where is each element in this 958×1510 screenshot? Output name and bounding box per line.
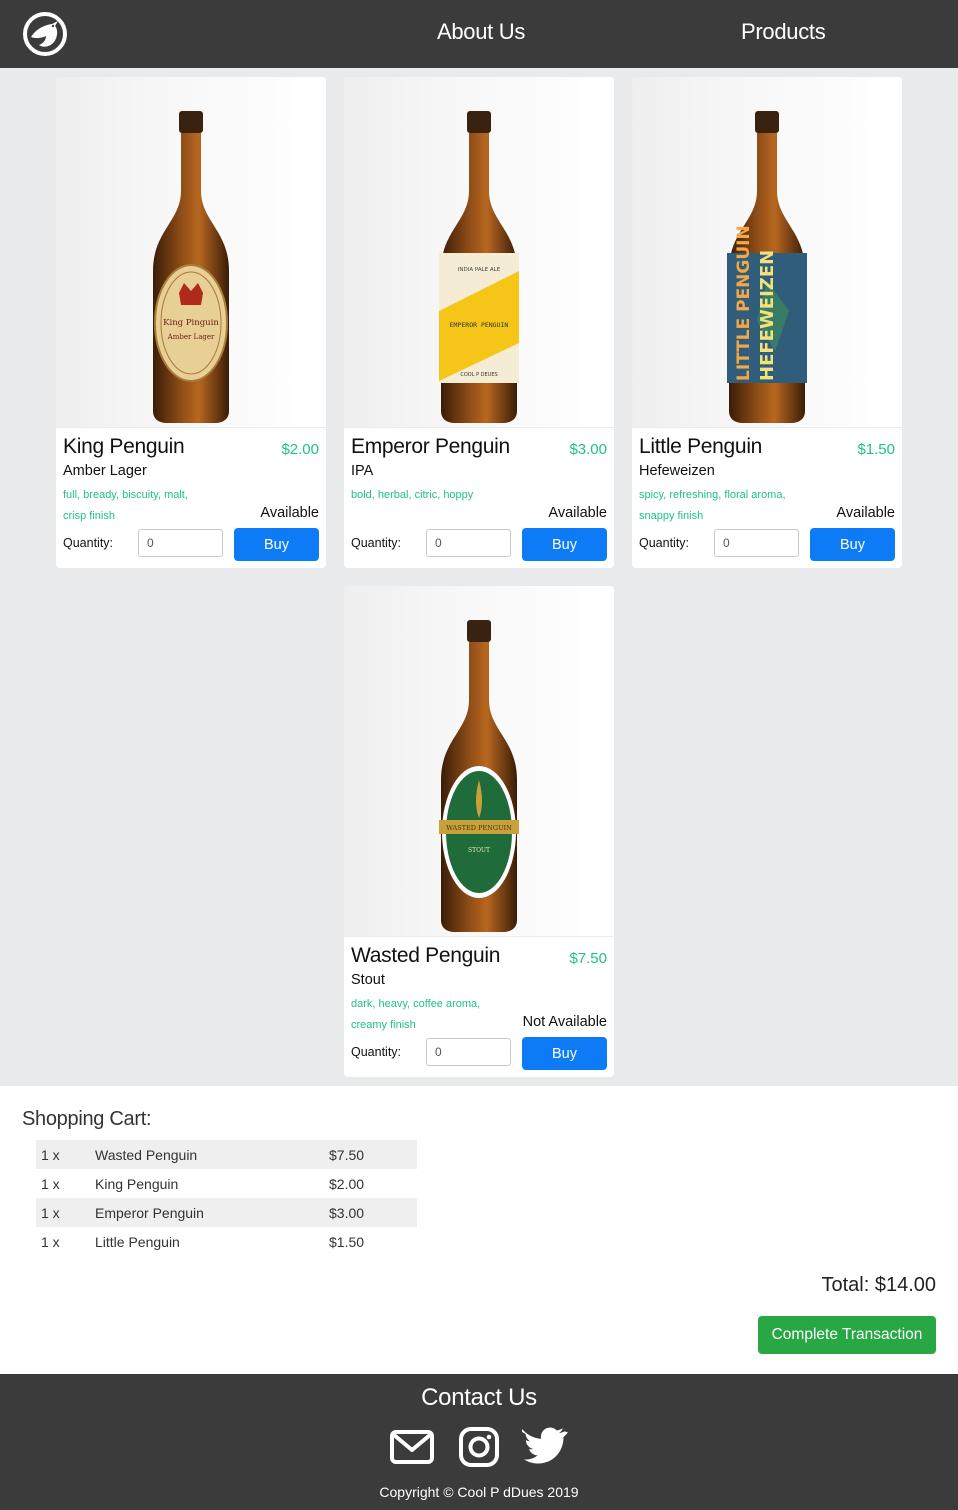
cart-item-name: Emperor Penguin xyxy=(95,1198,329,1227)
buy-button[interactable]: Buy xyxy=(234,528,319,561)
product-availability: Available xyxy=(548,505,607,521)
cart-item-name: King Penguin xyxy=(95,1175,179,1192)
product-description: full, bready, biscuity, malt, crisp fini… xyxy=(63,489,188,522)
cart-item-qty: 1 x xyxy=(41,1175,60,1192)
nav-about-us[interactable]: About Us xyxy=(437,19,525,45)
product-card-emperor-penguin: INDIA PALE ALE EMPEROR PENGUIN COOL P DE… xyxy=(344,77,614,568)
cart-item-price: $2.00 xyxy=(329,1175,365,1192)
cart-item-name: Wasted Penguin xyxy=(95,1140,329,1169)
product-name: Little Penguin xyxy=(639,435,763,458)
product-name: Wasted Penguin xyxy=(351,944,501,967)
beer-bottle-icon: WASTED PENGUIN STOUT xyxy=(439,620,519,932)
product-availability: Available xyxy=(836,505,895,521)
cart-item-qty: 1 x xyxy=(36,1198,95,1227)
product-image: LITTLE PENGUIN HEFEWEIZEN xyxy=(632,77,902,428)
cart-item-price: $7.50 xyxy=(329,1140,417,1169)
quantity-input[interactable] xyxy=(426,1038,511,1066)
product-card-little-penguin: LITTLE PENGUIN HEFEWEIZEN Little Penguin… xyxy=(632,77,902,568)
svg-text:EMPEROR PENGUIN: EMPEROR PENGUIN xyxy=(450,321,509,329)
quantity-label: Quantity: xyxy=(63,536,114,550)
navbar: About Us Products xyxy=(0,0,958,68)
quantity-label: Quantity: xyxy=(639,536,690,550)
product-name: Emperor Penguin xyxy=(351,435,510,458)
svg-text:LITTLE PENGUIN: LITTLE PENGUIN xyxy=(734,225,754,381)
cart-row: 1 x Wasted Penguin $7.50 xyxy=(36,1140,417,1169)
cart-row: 1 x King Penguin $2.00 xyxy=(36,1169,417,1198)
email-icon[interactable] xyxy=(389,1426,435,1468)
copyright-text: Copyright © Cool P dDues 2019 xyxy=(379,1484,579,1500)
cart-total: Total: $14.00 xyxy=(821,1274,936,1296)
buy-button[interactable]: Buy xyxy=(810,528,895,561)
beer-bottle-icon: INDIA PALE ALE EMPEROR PENGUIN COOL P DE… xyxy=(439,111,519,423)
beer-bottle-icon: LITTLE PENGUIN HEFEWEIZEN xyxy=(727,111,807,423)
product-card-king-penguin: King Pinguin Amber Lager King Penguin $2… xyxy=(56,77,326,568)
twitter-icon[interactable] xyxy=(522,1426,568,1468)
cart-item-name: Little Penguin xyxy=(95,1233,180,1250)
product-type: Amber Lager xyxy=(63,463,147,479)
instagram-icon[interactable] xyxy=(456,1426,502,1468)
footer: Contact Us Copyright © Cool P dDues 2019 xyxy=(0,1374,958,1510)
nav-products[interactable]: Products xyxy=(741,19,826,45)
svg-text:King Pinguin: King Pinguin xyxy=(163,318,219,328)
product-type: Hefeweizen xyxy=(639,463,715,479)
svg-text:Amber Lager: Amber Lager xyxy=(167,333,215,341)
svg-text:STOUT: STOUT xyxy=(468,847,490,854)
product-type: IPA xyxy=(351,463,374,479)
cart-item-price: $3.00 xyxy=(329,1198,417,1227)
svg-text:INDIA PALE ALE: INDIA PALE ALE xyxy=(458,267,501,273)
product-price: $2.00 xyxy=(281,441,319,458)
svg-text:WASTED PENGUIN: WASTED PENGUIN xyxy=(446,824,512,832)
quantity-input[interactable] xyxy=(714,529,799,557)
cart-table: 1 x Wasted Penguin $7.50 1 x King Pengui… xyxy=(36,1140,417,1256)
quantity-label: Quantity: xyxy=(351,1045,402,1059)
buy-button[interactable]: Buy xyxy=(522,528,607,561)
product-card-wasted-penguin: WASTED PENGUIN STOUT Wasted Penguin $7.5… xyxy=(344,586,614,1077)
cart-row: 1 x Little Penguin $1.50 xyxy=(36,1227,417,1256)
cart-row: 1 x Emperor Penguin $3.00 xyxy=(36,1198,417,1227)
shopping-cart: Shopping Cart: 1 x Wasted Penguin $7.50 … xyxy=(0,1086,958,1374)
beer-bottle-icon: King Pinguin Amber Lager xyxy=(153,111,229,423)
product-availability: Available xyxy=(260,505,319,521)
complete-transaction-button[interactable]: Complete Transaction xyxy=(758,1316,936,1354)
quantity-input[interactable] xyxy=(426,529,511,557)
product-type: Stout xyxy=(351,972,385,988)
product-image: INDIA PALE ALE EMPEROR PENGUIN COOL P DE… xyxy=(344,77,614,428)
cart-title: Shopping Cart: xyxy=(22,1108,152,1130)
product-image: King Pinguin Amber Lager xyxy=(56,77,326,428)
cart-item-price: $1.50 xyxy=(329,1233,365,1250)
product-price: $1.50 xyxy=(857,441,895,458)
product-image: WASTED PENGUIN STOUT xyxy=(344,586,614,937)
product-description: spicy, refreshing, floral aroma, snappy … xyxy=(639,489,786,522)
product-price: $3.00 xyxy=(569,441,607,458)
quantity-input[interactable] xyxy=(138,529,223,557)
product-description: dark, heavy, coffee aroma, creamy finish xyxy=(351,998,481,1031)
cart-item-qty: 1 x xyxy=(41,1233,60,1250)
contact-title: Contact Us xyxy=(421,1384,537,1411)
product-description: bold, herbal, citric, hoppy xyxy=(351,489,474,501)
buy-button[interactable]: Buy xyxy=(522,1037,607,1070)
product-name: King Penguin xyxy=(63,435,185,458)
quantity-label: Quantity: xyxy=(351,536,402,550)
product-availability: Not Available xyxy=(522,1014,607,1030)
svg-text:HEFEWEIZEN: HEFEWEIZEN xyxy=(757,250,778,381)
product-price: $7.50 xyxy=(569,950,607,967)
penguin-logo-icon[interactable] xyxy=(22,11,68,57)
cart-item-qty: 1 x xyxy=(36,1140,95,1169)
svg-text:COOL P DEUES: COOL P DEUES xyxy=(460,372,497,378)
